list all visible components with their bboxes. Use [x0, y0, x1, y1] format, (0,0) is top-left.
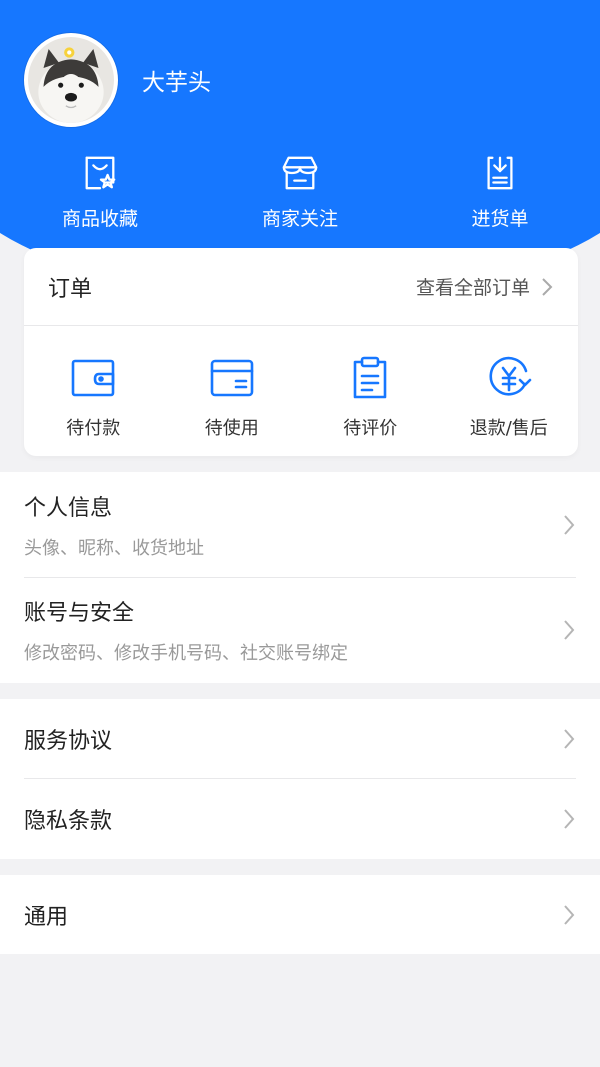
followed-stores-label: 商家关注: [261, 208, 338, 230]
username: 大芋头: [142, 70, 211, 96]
dog-avatar-icon: [28, 37, 114, 123]
profile-page: 大芋头 商品收藏 商家关注 进货单 订单 查看全部订单 待付款 待使用 待评价 …: [0, 0, 600, 1067]
privacy-policy-title: 隐私条款: [24, 808, 113, 834]
tab-refund-after-sales-label: 退款/售后: [469, 418, 548, 439]
chevron-right-icon: [564, 728, 575, 749]
menu-group-general: 通用: [0, 875, 600, 954]
order-card: 订单 查看全部订单 待付款 待使用 待评价 退款/售后: [24, 248, 578, 456]
service-agreement-title: 服务协议: [24, 728, 113, 754]
purchase-list-icon: [487, 156, 513, 190]
personal-info-title: 个人信息: [24, 495, 113, 521]
account-security-text: 账号与安全 修改密码、修改手机号码、社交账号绑定: [24, 595, 348, 665]
store-icon: [282, 156, 318, 190]
tab-to-use-label: 待使用: [204, 418, 259, 439]
clipboard-icon: [353, 356, 387, 399]
avatar[interactable]: [24, 33, 118, 127]
privacy-policy-item[interactable]: 隐私条款: [0, 778, 600, 859]
tab-to-review-label: 待评价: [343, 418, 398, 439]
card-icon: [210, 359, 254, 397]
followed-stores-button[interactable]: 商家关注: [200, 154, 400, 231]
tab-to-use[interactable]: 待使用: [163, 326, 302, 456]
tab-to-review[interactable]: 待评价: [301, 326, 440, 456]
profile-section[interactable]: 大芋头: [24, 33, 211, 127]
account-security-subtitle: 修改密码、修改手机号码、社交账号绑定: [24, 643, 348, 664]
personal-info-text: 个人信息 头像、昵称、收货地址: [24, 490, 204, 560]
chevron-right-icon: [564, 904, 575, 925]
quick-actions: 商品收藏 商家关注 进货单: [0, 154, 600, 231]
favorite-goods-label: 商品收藏: [61, 208, 138, 230]
tab-refund-after-sales[interactable]: 退款/售后: [440, 326, 579, 456]
account-security-item[interactable]: 账号与安全 修改密码、修改手机号码、社交账号绑定: [0, 577, 600, 683]
purchase-list-label: 进货单: [471, 208, 529, 230]
personal-info-item[interactable]: 个人信息 头像、昵称、收货地址: [0, 472, 600, 577]
chevron-right-icon: [564, 514, 575, 535]
order-status-tabs: 待付款 待使用 待评价 退款/售后: [24, 326, 578, 456]
chevron-right-icon: [564, 808, 575, 829]
menu-group-account: 个人信息 头像、昵称、收货地址 账号与安全 修改密码、修改手机号码、社交账号绑定: [0, 472, 600, 683]
service-agreement-item[interactable]: 服务协议: [0, 699, 600, 778]
chevron-right-icon: [564, 620, 575, 640]
view-all-orders-label: 查看全部订单: [415, 277, 530, 299]
chevron-right-icon: [542, 277, 553, 296]
purchase-list-button[interactable]: 进货单: [400, 154, 600, 231]
general-settings-item[interactable]: 通用: [0, 875, 600, 954]
order-header: 订单 查看全部订单: [24, 248, 578, 326]
tab-pending-payment[interactable]: 待付款: [24, 326, 163, 456]
order-title: 订单: [48, 276, 93, 302]
refund-icon: [489, 356, 532, 396]
menu-group-legal: 服务协议 隐私条款: [0, 699, 600, 859]
account-security-title: 账号与安全: [24, 601, 135, 626]
general-settings-title: 通用: [24, 904, 69, 930]
favorite-goods-icon: [85, 156, 116, 190]
wallet-icon: [71, 359, 115, 397]
favorite-goods-button[interactable]: 商品收藏: [0, 154, 200, 231]
view-all-orders-link[interactable]: 查看全部订单: [416, 273, 554, 300]
tab-pending-payment-label: 待付款: [66, 418, 121, 439]
personal-info-subtitle: 头像、昵称、收货地址: [24, 537, 204, 559]
